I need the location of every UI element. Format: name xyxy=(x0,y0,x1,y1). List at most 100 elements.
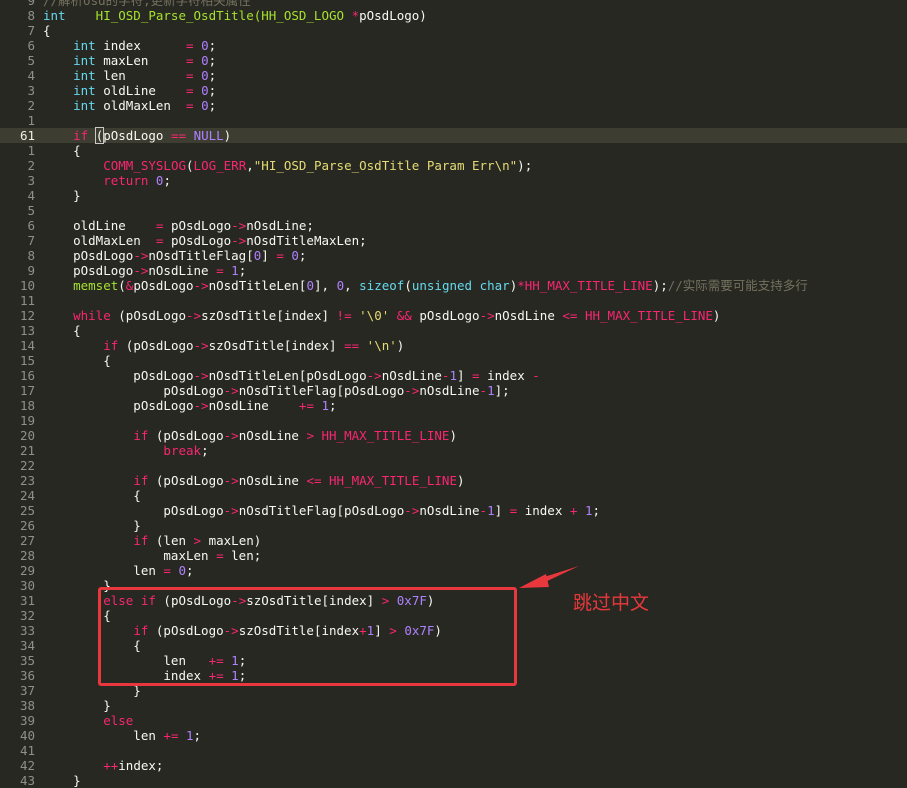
code-token: ; xyxy=(186,563,194,578)
line-number: 29 xyxy=(19,563,35,578)
code-line[interactable]: 2 COMM_SYSLOG(LOG_ERR,"HI_OSD_Parse_OsdT… xyxy=(0,158,907,173)
code-line[interactable]: 17 pOsdLogo->nOsdTitleFlag[pOsdLogo->nOs… xyxy=(0,383,907,398)
code-line[interactable]: 37 } xyxy=(0,683,907,698)
code-token: -> xyxy=(193,398,209,413)
code-line[interactable]: 40 len += 1; xyxy=(0,728,907,743)
code-line[interactable]: 16 pOsdLogo->nOsdTitleLen[pOsdLogo->nOsd… xyxy=(0,368,907,383)
code-line[interactable]: 3 int oldLine = 0; xyxy=(0,83,907,98)
code-text: len += 1; xyxy=(43,728,201,743)
code-line[interactable]: 27 if (len > maxLen) xyxy=(0,533,907,548)
code-line[interactable]: 23 if (pOsdLogo->nOsdLine <= HH_MAX_TITL… xyxy=(0,473,907,488)
code-line[interactable]: 39 else xyxy=(0,713,907,728)
line-number: 34 xyxy=(19,638,35,653)
code-line[interactable]: 11 xyxy=(0,293,907,308)
code-text: } xyxy=(43,518,141,533)
code-line[interactable]: 1 xyxy=(0,113,907,128)
line-number: 3 xyxy=(27,173,35,188)
code-line[interactable]: 41 xyxy=(0,743,907,758)
code-line[interactable]: 9 pOsdLogo->nOsdLine = 1; xyxy=(0,263,907,278)
code-token: && xyxy=(396,308,412,323)
code-text: if (pOsdLogo->szOsdTitle[index] == '\n') xyxy=(43,338,404,353)
code-line[interactable]: 30 } xyxy=(0,578,907,593)
code-token: -> xyxy=(231,218,247,233)
code-line[interactable]: 19 xyxy=(0,413,907,428)
code-line[interactable]: 20 if (pOsdLogo->nOsdLine > HH_MAX_TITLE… xyxy=(0,428,907,443)
code-editor[interactable]: 9 //解析osd的字符,更新字符相关属性 8 int HI_OSD_Parse_Os… xyxy=(0,0,907,788)
code-text: } xyxy=(43,773,81,788)
annotation-text: 跳过中文 xyxy=(573,592,650,614)
code-line[interactable]: 3 return 0; xyxy=(0,173,907,188)
code-line[interactable]: 6 oldLine = pOsdLogo->nOsdLine; xyxy=(0,218,907,233)
code-line[interactable]: 26 } xyxy=(0,518,907,533)
line-number: 40 xyxy=(19,728,35,743)
code-token: == xyxy=(170,128,187,143)
code-token: (pOsdLogo xyxy=(148,428,224,443)
code-line[interactable]: 25 pOsdLogo->nOsdTitleFlag[pOsdLogo->nOs… xyxy=(0,503,907,518)
code-line[interactable]: 4 int len = 0; xyxy=(0,68,907,83)
code-line[interactable]: 32 { xyxy=(0,608,907,623)
code-line[interactable]: 7 oldMaxLen = pOsdLogo->nOsdTitleMaxLen; xyxy=(0,233,907,248)
code-token: ; xyxy=(208,83,217,98)
code-token: //实际需要可能支持多行 xyxy=(667,278,808,293)
code-line[interactable]: 43 } xyxy=(0,773,907,788)
code-line[interactable]: 8 int HI_OSD_Parse_OsdTitle(HH_OSD_LOGO *… xyxy=(0,8,907,23)
code-token: ) xyxy=(456,473,465,488)
code-token: ] xyxy=(261,248,277,263)
code-line[interactable]: 28 maxLen = len; xyxy=(0,548,907,563)
code-token: 0 xyxy=(201,53,209,68)
code-line[interactable]: 24 { xyxy=(0,488,907,503)
code-line[interactable]: 5 xyxy=(0,203,907,218)
code-token: maxLen xyxy=(95,53,186,68)
code-text: else xyxy=(43,713,133,728)
code-token: len xyxy=(43,728,164,743)
code-line[interactable]: 18 pOsdLogo->nOsdLine += 1; xyxy=(0,398,907,413)
code-line[interactable]: 22 xyxy=(0,458,907,473)
code-token: nOsdLine xyxy=(148,263,217,278)
line-number: 25 xyxy=(19,503,35,518)
line-number: 19 xyxy=(19,413,35,428)
code-line[interactable]: 4 } xyxy=(0,188,907,203)
line-number: 32 xyxy=(19,608,35,623)
code-token: oldLine xyxy=(43,218,156,233)
code-line[interactable]: 7{ xyxy=(0,23,907,38)
code-line[interactable]: 6 int index = 0; xyxy=(0,38,907,53)
code-token: oldMaxLen xyxy=(43,233,156,248)
line-number: 61 xyxy=(19,128,35,143)
code-token: { xyxy=(43,23,51,38)
code-line[interactable]: 15 { xyxy=(0,353,907,368)
code-token: COMM_SYSLOG xyxy=(103,158,187,173)
code-line[interactable]: 42 ++index; xyxy=(0,758,907,773)
code-token: sizeof xyxy=(359,278,405,293)
code-line[interactable]: 1 { xyxy=(0,143,907,158)
code-token: nOsdLine; xyxy=(246,218,314,233)
code-line[interactable]: 13 { xyxy=(0,323,907,338)
code-line[interactable]: 10 memset(&pOsdLogo->nOsdTitleLen[0], 0,… xyxy=(0,278,907,293)
code-text: if (pOsdLogo->nOsdLine > HH_MAX_TITLE_LI… xyxy=(43,428,457,443)
code-token: 0 xyxy=(306,278,314,293)
code-line[interactable]: 21 break; xyxy=(0,443,907,458)
code-token: nOsdTitleFlag[ xyxy=(148,248,254,263)
code-line[interactable]: 36 index += 1; xyxy=(0,668,907,683)
code-line[interactable]: 35 len += 1; xyxy=(0,653,907,668)
code-line[interactable]: 12 while (pOsdLogo->szOsdTitle[index] !=… xyxy=(0,308,907,323)
code-line[interactable]: 14 if (pOsdLogo->szOsdTitle[index] == '\… xyxy=(0,338,907,353)
code-line[interactable]: 2 int oldMaxLen = 0; xyxy=(0,98,907,113)
code-token: LOG_ERR xyxy=(193,158,247,173)
code-line[interactable]: 8 pOsdLogo->nOsdTitleFlag[0] = 0; xyxy=(0,248,907,263)
code-token: 0 xyxy=(291,248,299,263)
line-number: 17 xyxy=(19,383,35,398)
code-line[interactable]: 5 int maxLen = 0; xyxy=(0,53,907,68)
code-line[interactable]: 9 //解析osd的字符,更新字符相关属性 xyxy=(0,0,907,8)
code-line[interactable]: 31 else if (pOsdLogo->szOsdTitle[index] … xyxy=(0,593,907,608)
code-line[interactable]: 38 } xyxy=(0,698,907,713)
code-line[interactable]: 34 { xyxy=(0,638,907,653)
line-number: 20 xyxy=(19,428,35,443)
code-token: -> xyxy=(223,383,239,398)
line-number: 6 xyxy=(27,218,35,233)
code-text: pOsdLogo->nOsdTitleFlag[pOsdLogo->nOsdLi… xyxy=(43,503,600,518)
code-line[interactable]: 33 if (pOsdLogo->szOsdTitle[index+1] > 0… xyxy=(0,623,907,638)
code-line[interactable]: 29 len = 0; xyxy=(0,563,907,578)
current-code-line[interactable]: 61 if (pOsdLogo == NULL) xyxy=(0,127,907,144)
